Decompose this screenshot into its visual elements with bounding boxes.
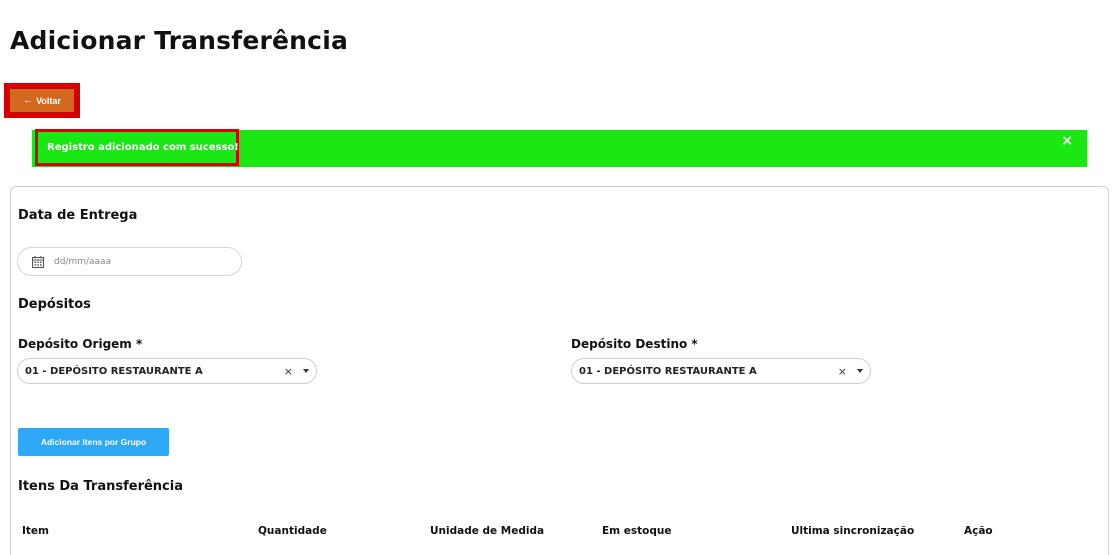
back-button-label: Voltar — [36, 95, 61, 106]
origin-deposit-label: Depósito Origem * — [18, 337, 143, 351]
delivery-date-heading: Data de Entrega — [18, 208, 138, 223]
back-button-highlight: ← Voltar — [4, 83, 80, 118]
add-items-by-group-button[interactable]: Adicionar Itens por Grupo — [18, 428, 169, 456]
clear-origin-icon[interactable]: × — [284, 365, 293, 378]
alert-message-highlight: Registro adicionado com sucesso! — [35, 129, 239, 166]
destination-deposit-label: Depósito Destino * — [571, 337, 698, 351]
success-alert: Registro adicionado com sucesso! × — [32, 129, 1087, 167]
close-icon[interactable]: × — [1061, 133, 1073, 149]
alert-message: Registro adicionado com sucesso! — [47, 142, 239, 153]
items-table-header: Item Quantidade Unidade de Medida Em est… — [11, 525, 1108, 539]
calendar-icon — [32, 255, 44, 268]
column-header-unit: Unidade de Medida — [430, 525, 545, 537]
destination-deposit-value: 01 - DEPÓSITO RESTAURANTE A — [579, 365, 757, 377]
transfer-form-card: Data de Entrega Depósitos Depósito Orige… — [10, 186, 1109, 555]
column-header-quantity: Quantidade — [258, 525, 327, 537]
page-title: Adicionar Transferência — [10, 26, 349, 55]
clear-destination-icon[interactable]: × — [838, 365, 847, 378]
column-header-last-sync: Ultima sincronização — [791, 525, 915, 537]
origin-deposit-select[interactable]: 01 - DEPÓSITO RESTAURANTE A × — [17, 358, 317, 384]
chevron-down-icon[interactable] — [303, 369, 309, 373]
column-header-action: Ação — [964, 525, 993, 537]
origin-deposit-value: 01 - DEPÓSITO RESTAURANTE A — [25, 365, 203, 377]
arrow-left-icon: ← — [23, 94, 34, 106]
deposits-heading: Depósitos — [18, 297, 91, 312]
destination-deposit-select[interactable]: 01 - DEPÓSITO RESTAURANTE A × — [571, 358, 871, 384]
transfer-items-heading: Itens Da Transferência — [18, 479, 183, 494]
column-header-stock: Em estoque — [602, 525, 672, 537]
back-button[interactable]: ← Voltar — [10, 89, 74, 112]
chevron-down-icon[interactable] — [857, 369, 863, 373]
delivery-date-field[interactable] — [17, 247, 242, 276]
delivery-date-input[interactable] — [54, 256, 204, 267]
column-header-item: Item — [22, 525, 49, 537]
